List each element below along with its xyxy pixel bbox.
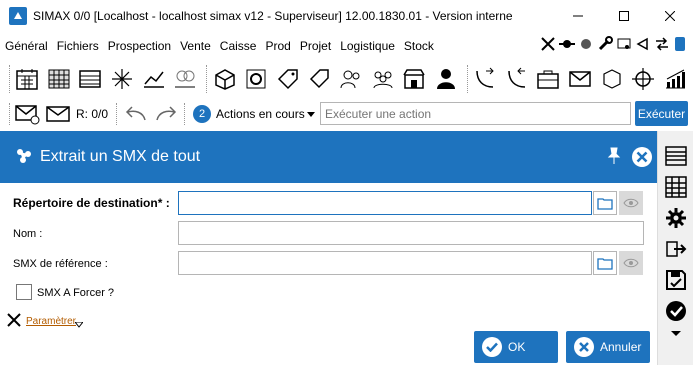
tools-icon[interactable]: [6, 312, 22, 331]
mail-icon[interactable]: [567, 65, 594, 93]
force-checkbox[interactable]: [16, 284, 32, 300]
toolbar-separator: [116, 103, 118, 125]
settings-gear-icon[interactable]: [658, 203, 693, 233]
right-sidebar: [657, 131, 693, 365]
mail-count: R: 0/0: [76, 107, 109, 121]
emoji-chart-icon[interactable]: [172, 65, 199, 93]
parameters-link[interactable]: Paramètrer: [26, 316, 76, 327]
title-bar: SIMAX 0/0 [Localhost - localhost simax v…: [0, 0, 693, 32]
plug-icon[interactable]: [559, 36, 575, 52]
name-label: Nom :: [13, 228, 43, 240]
toolbar-grip: [9, 103, 11, 125]
toolbar-grip: [9, 65, 11, 93]
force-label: SMX A Forcer ?: [37, 287, 115, 299]
cancel-button[interactable]: Annuler: [566, 331, 650, 363]
user-icon[interactable]: [432, 65, 459, 93]
actions-count-badge: 2: [193, 105, 212, 123]
close-panel-icon[interactable]: [631, 146, 653, 171]
menu-stock[interactable]: Stock: [399, 39, 438, 53]
reference-view-button[interactable]: [619, 251, 643, 275]
destination-field[interactable]: [178, 191, 592, 215]
ab-cube-icon[interactable]: [598, 65, 625, 93]
panel-body: Répertoire de destination* : Nom : SMX d…: [0, 183, 657, 365]
grid-icon[interactable]: [46, 65, 73, 93]
chevron-down-icon[interactable]: [306, 107, 315, 121]
app-logo-icon: [9, 7, 27, 25]
tools-icon[interactable]: [540, 36, 556, 52]
save-check-icon[interactable]: [658, 265, 693, 295]
reference-field[interactable]: [178, 251, 592, 275]
close-window-button[interactable]: [647, 0, 693, 32]
phone-icon[interactable]: [673, 36, 687, 52]
execute-action-input[interactable]: [320, 102, 631, 125]
share-icon[interactable]: [635, 36, 651, 52]
call-back-icon[interactable]: [504, 65, 531, 93]
scroll-down-icon[interactable]: [658, 327, 693, 341]
menu-projet[interactable]: Projet: [295, 39, 335, 53]
redo-icon[interactable]: [151, 102, 181, 126]
menu-bar: Général Fichiers Prospection Vente Caiss…: [0, 32, 693, 59]
menu-general[interactable]: Général: [0, 39, 52, 53]
users-icon[interactable]: [369, 65, 396, 93]
briefcase-icon[interactable]: [535, 65, 562, 93]
call-forward-icon[interactable]: [472, 65, 499, 93]
bar-chart-icon[interactable]: [661, 65, 688, 93]
settings-icon[interactable]: [243, 65, 270, 93]
approve-badge-icon[interactable]: [658, 296, 693, 326]
pin-icon[interactable]: [606, 146, 622, 169]
box-icon[interactable]: [211, 65, 238, 93]
menu-logistique[interactable]: Logistique: [335, 39, 399, 53]
crosshair-icon[interactable]: [630, 65, 657, 93]
destination-view-button[interactable]: [619, 191, 643, 215]
name-field[interactable]: [178, 221, 644, 245]
cancel-label: Annuler: [600, 340, 642, 354]
panel-title: Extrait un SMX de tout: [40, 148, 201, 165]
main-toolbar: [0, 60, 693, 98]
grid-view-icon[interactable]: [658, 172, 693, 202]
store-icon[interactable]: [401, 65, 428, 93]
line-chart-icon[interactable]: [140, 65, 167, 93]
contacts-icon[interactable]: [338, 65, 365, 93]
menu-fichiers[interactable]: Fichiers: [52, 39, 103, 53]
menu-prod[interactable]: Prod: [260, 39, 294, 53]
maximize-button[interactable]: [601, 0, 647, 32]
menu-vente[interactable]: Vente: [175, 39, 215, 53]
edit-forward-icon[interactable]: [658, 234, 693, 264]
minimize-button[interactable]: [555, 0, 601, 32]
menu-shortcut-icons: [540, 36, 687, 52]
reference-browse-button[interactable]: [593, 251, 617, 275]
toolbar-separator: [206, 65, 208, 93]
undo-icon[interactable]: [121, 102, 151, 126]
certificate-icon[interactable]: [616, 36, 632, 52]
new-mail-icon[interactable]: [14, 103, 44, 125]
transfer-icon[interactable]: [654, 36, 670, 52]
menu-prospection[interactable]: Prospection: [103, 39, 175, 53]
reference-label: SMX de référence :: [13, 258, 108, 270]
toolbar-separator: [467, 65, 469, 93]
chevron-down-icon[interactable]: [73, 317, 85, 331]
window-title: SIMAX 0/0 [Localhost - localhost simax v…: [33, 9, 513, 23]
panel-header: Extrait un SMX de tout: [0, 131, 657, 183]
cancel-icon: [574, 337, 594, 357]
menu-caisse[interactable]: Caisse: [215, 39, 261, 53]
calendar-icon[interactable]: [14, 65, 41, 93]
list-icon[interactable]: [77, 65, 104, 93]
list-view-icon[interactable]: [658, 141, 693, 171]
execute-button[interactable]: Exécuter: [635, 101, 688, 126]
bug-icon[interactable]: [578, 36, 594, 52]
destination-browse-button[interactable]: [593, 191, 617, 215]
ok-button[interactable]: OK: [474, 331, 558, 363]
check-icon: [482, 337, 502, 357]
toolbar-separator: [184, 103, 186, 125]
tag-icon[interactable]: [275, 65, 302, 93]
wrench-icon[interactable]: [597, 36, 613, 52]
actions-in-progress-label[interactable]: Actions en cours: [216, 107, 305, 121]
destination-label: Répertoire de destination* :: [13, 196, 170, 210]
mail-icon[interactable]: [46, 103, 74, 125]
price-tag-icon[interactable]: [306, 65, 333, 93]
burst-icon[interactable]: [109, 65, 136, 93]
ok-label: OK: [508, 340, 526, 354]
puzzle-icon: [14, 146, 34, 169]
